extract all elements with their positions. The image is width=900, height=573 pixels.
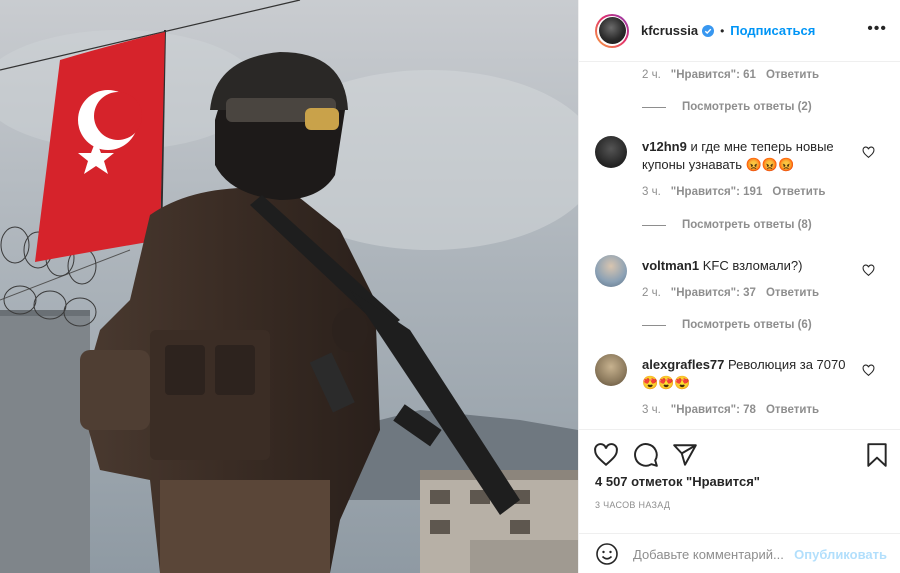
comment-time: 2 ч. (642, 69, 661, 81)
publish-button[interactable]: Опубликовать (794, 547, 887, 562)
verified-badge-icon (702, 24, 715, 37)
commenter-username[interactable]: alexgrafles77 (642, 357, 724, 372)
comment-meta: 3 ч. "Нравится": 78 Ответить (642, 404, 829, 416)
post-photo (0, 0, 578, 573)
view-replies-label: Посмотреть ответы (8) (682, 219, 812, 231)
heart-icon[interactable] (862, 264, 875, 277)
post-panel: kfcrussia • Подписаться ••• 2 ч. "Нравит… (578, 0, 900, 573)
commenter-avatar[interactable] (595, 136, 627, 168)
post-actions: 4 507 отметок "Нравится" 3 ЧАСОВ НАЗАД О… (579, 429, 900, 573)
heart-icon[interactable] (593, 442, 619, 468)
comment-input[interactable] (633, 546, 793, 562)
likes-count[interactable]: 4 507 отметок "Нравится" (595, 474, 760, 489)
reply-button[interactable]: Ответить (766, 69, 819, 81)
add-comment-bar: Опубликовать (579, 533, 900, 573)
follow-button[interactable]: Подписаться (730, 23, 815, 38)
commenter-username[interactable]: v12hn9 (642, 139, 687, 154)
view-replies-button[interactable]: Посмотреть ответы (8) (642, 219, 812, 231)
commenter-username[interactable]: voltman1 (642, 258, 699, 273)
soldier-flag-image (0, 0, 578, 573)
commenter-avatar[interactable] (595, 354, 627, 386)
comment-time: 3 ч. (642, 404, 661, 416)
author-avatar[interactable] (595, 13, 629, 48)
post-header: kfcrussia • Подписаться ••• (579, 0, 900, 61)
reply-button[interactable]: Ответить (766, 287, 819, 299)
comment-meta: 2 ч. "Нравится": 61 Ответить (642, 69, 829, 81)
comment-time: 2 ч. (642, 287, 661, 299)
reply-button[interactable]: Ответить (766, 404, 819, 416)
comment-emojis: 😍😍😍 (642, 375, 691, 390)
heart-icon[interactable] (862, 146, 875, 159)
author-username[interactable]: kfcrussia (641, 23, 698, 38)
share-icon[interactable] (672, 442, 698, 468)
comment-likes[interactable]: "Нравится": 191 (671, 186, 763, 198)
comment-body: v12hn9 и где мне теперь новые купоны узн… (642, 138, 852, 174)
comment-body: voltman1 KFC взломали?) (642, 257, 852, 275)
reply-button[interactable]: Ответить (772, 186, 825, 198)
comment-body: alexgrafles77 Революция за 7070 😍😍😍 (642, 356, 852, 392)
bookmark-icon[interactable] (864, 442, 890, 468)
comment-likes[interactable]: "Нравится": 61 (671, 69, 756, 81)
comment-icon[interactable] (633, 442, 659, 468)
comment-time: 3 ч. (642, 186, 661, 198)
heart-icon[interactable] (862, 364, 875, 377)
comment-emojis: 😡😡😡 (745, 157, 795, 172)
comment-text: KFC взломали?) (702, 258, 803, 273)
comment-meta: 3 ч. "Нравится": 191 Ответить (642, 186, 836, 198)
more-options-icon[interactable]: ••• (867, 21, 887, 37)
header-separator: • (720, 23, 725, 38)
comment-meta: 2 ч. "Нравится": 37 Ответить (642, 287, 829, 299)
view-replies-button[interactable]: Посмотреть ответы (2) (642, 101, 812, 113)
comment-likes[interactable]: "Нравится": 78 (671, 404, 756, 416)
view-replies-button[interactable]: Посмотреть ответы (6) (642, 319, 812, 331)
comment-text: Революция за 7070 (728, 357, 846, 372)
smile-icon[interactable] (595, 542, 619, 566)
comments-list[interactable]: 2 ч. "Нравится": 61 Ответить Посмотреть … (579, 61, 900, 429)
comment-likes[interactable]: "Нравится": 37 (671, 287, 756, 299)
post-timestamp[interactable]: 3 ЧАСОВ НАЗАД (595, 500, 670, 510)
commenter-avatar[interactable] (595, 255, 627, 287)
view-replies-label: Посмотреть ответы (2) (682, 101, 812, 113)
view-replies-label: Посмотреть ответы (6) (682, 319, 812, 331)
